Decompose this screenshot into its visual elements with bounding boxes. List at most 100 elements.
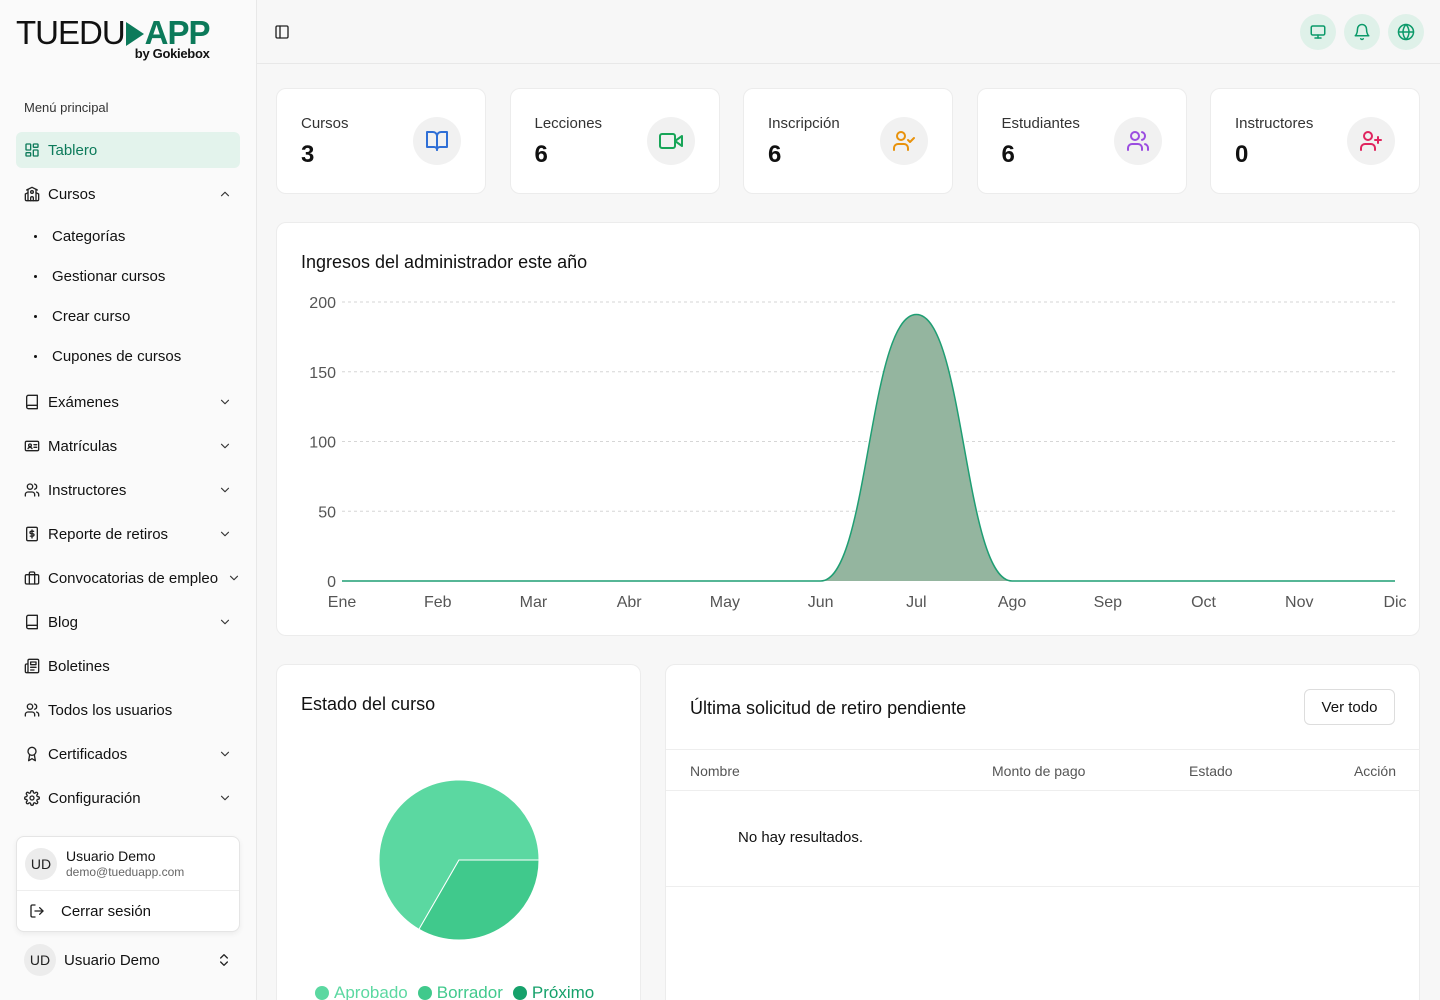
user-menu-popover: UD Usuario Demo demo@tueduapp.com Cerrar…	[16, 836, 240, 932]
chevron-down-icon	[220, 487, 230, 493]
school-icon	[24, 186, 40, 202]
stat-value: 0	[1235, 141, 1249, 168]
sidebar-item-icon	[24, 438, 40, 454]
y-tick-label: 150	[309, 365, 336, 382]
stat-icon-wrap	[1347, 117, 1395, 165]
chevron-down-icon	[220, 795, 230, 801]
bullet-dot	[34, 274, 37, 278]
x-tick-label: Abr	[617, 594, 643, 611]
sidebar: TUEDU APP by Gokiebox Menú principal Tabl…	[0, 0, 257, 1000]
sidebar-item-2[interactable]: Exámenes	[16, 384, 240, 420]
sidebar-subitem-label: Categorías	[52, 227, 126, 245]
gear-icon	[24, 790, 40, 806]
sidebar-item-icon	[24, 614, 40, 630]
sidebar-toggle-icon[interactable]	[274, 24, 290, 40]
x-tick-label: Nov	[1285, 594, 1313, 611]
receipt-dollar-icon	[26, 526, 38, 542]
sidebar-item-7[interactable]: Blog	[16, 604, 240, 640]
chevron-down-icon	[220, 751, 230, 757]
column-header-status[interactable]: Estado	[1189, 763, 1233, 779]
x-tick-label: Ene	[328, 594, 357, 611]
topbar	[257, 0, 1440, 64]
stat-value: 3	[301, 141, 315, 168]
chevrons-up-down-icon	[220, 954, 228, 966]
stat-card-2: Inscripción 6	[743, 88, 953, 194]
sidebar-item-0[interactable]: Tablero	[16, 132, 240, 168]
stat-card-4: Instructores 0	[1210, 88, 1420, 194]
y-tick-label: 100	[309, 435, 336, 452]
monitor-button[interactable]	[1300, 14, 1336, 50]
sidebar-item-label: Configuración	[48, 789, 141, 807]
stat-icon-wrap	[880, 117, 928, 165]
sidebar-subitem-label: Gestionar cursos	[52, 267, 166, 285]
sidebar-item-label: Boletines	[48, 657, 110, 675]
sidebar-item-label: Matrículas	[48, 437, 118, 455]
sidebar-item-10[interactable]: Certificados	[16, 736, 240, 772]
sidebar-item-label: Blog	[48, 613, 79, 631]
users-icon	[24, 703, 40, 717]
sidebar-item-5[interactable]: Reporte de retiros	[16, 516, 240, 552]
x-tick-label: Dic	[1383, 594, 1406, 611]
x-tick-label: Jul	[906, 594, 926, 611]
users-icon	[24, 483, 40, 497]
stat-card-1: Lecciones 6	[509, 88, 720, 194]
newspaper-icon	[24, 658, 40, 674]
sidebar-item-icon	[24, 570, 40, 586]
table-header: Nombre Monto de pago Estado Acción	[666, 749, 1420, 791]
sidebar-item-8[interactable]: Boletines	[16, 648, 240, 684]
avatar: UD	[24, 944, 56, 976]
column-header-action: Acción	[1353, 763, 1396, 779]
logout-icon	[30, 904, 44, 918]
brand-logo[interactable]: TUEDU APP by Gokiebox	[16, 16, 211, 62]
stat-label: Estudiantes	[1001, 115, 1080, 132]
monitor-icon	[1310, 25, 1326, 39]
book-open-icon	[426, 131, 448, 151]
sidebar-item-9[interactable]: Todos los usuarios	[16, 692, 240, 728]
sidebar-item-6[interactable]: Convocatorias de empleo	[16, 560, 240, 596]
sidebar-subitem-0[interactable]: Categorías	[16, 216, 240, 256]
x-tick-label: Oct	[1191, 594, 1216, 611]
sidebar-item-label: Certificados	[48, 745, 128, 763]
x-tick-label: Mar	[520, 594, 548, 611]
column-header-name[interactable]: Nombre	[690, 763, 740, 779]
stat-card-0: Cursos 3	[276, 88, 486, 194]
menu-title: Menú principal	[24, 100, 109, 115]
view-all-button[interactable]: Ver todo	[1304, 689, 1395, 725]
column-header-amount[interactable]: Monto de pago	[992, 763, 1085, 779]
user-email: demo@tueduapp.com	[66, 865, 185, 879]
stat-icon-wrap	[1113, 117, 1162, 165]
stat-label: Cursos	[301, 115, 349, 132]
stat-card-3: Estudiantes 6	[976, 88, 1187, 194]
sidebar-subitem-3[interactable]: Cupones de cursos	[16, 336, 240, 376]
bell-icon	[1354, 23, 1370, 41]
stat-icon-wrap	[646, 117, 695, 165]
sidebar-subitem-label: Cupones de cursos	[52, 347, 182, 365]
chevron-down-icon	[220, 399, 230, 405]
chevron-down-icon	[220, 443, 230, 449]
sidebar-nav: Tablero Cursos Categorías Gestionar cursos C…	[16, 132, 240, 824]
x-tick-label: Jun	[808, 594, 834, 611]
users-icon	[1126, 131, 1149, 151]
sidebar-item-icon	[24, 482, 40, 498]
sidebar-subitem-1[interactable]: Gestionar cursos	[16, 256, 240, 296]
withdrawals-card: Última solicitud de retiro pendiente Ver…	[665, 664, 1420, 1000]
sidebar-item-11[interactable]: Configuración	[16, 780, 240, 816]
notifications-button[interactable]	[1344, 14, 1380, 50]
user-switcher[interactable]: UD Usuario Demo	[24, 944, 236, 976]
logout-button[interactable]: Cerrar sesión	[17, 891, 239, 931]
language-button[interactable]	[1388, 14, 1424, 50]
stat-value: 6	[768, 141, 782, 168]
stat-label: Inscripción	[768, 115, 840, 132]
award-icon	[27, 746, 37, 762]
briefcase-icon	[24, 571, 40, 585]
sidebar-item-4[interactable]: Instructores	[16, 472, 240, 508]
book-icon	[26, 394, 38, 410]
sidebar-subitem-2[interactable]: Crear curso	[16, 296, 240, 336]
user-switcher-name: Usuario Demo	[64, 951, 160, 969]
sidebar-item-icon	[24, 186, 40, 202]
sidebar-item-1[interactable]: Cursos	[16, 176, 240, 212]
chevron-down-icon	[220, 531, 230, 537]
sidebar-item-3[interactable]: Matrículas	[16, 428, 240, 464]
legend-item-0: Aprobado	[315, 983, 408, 1000]
sidebar-item-label: Todos los usuarios	[48, 701, 173, 719]
